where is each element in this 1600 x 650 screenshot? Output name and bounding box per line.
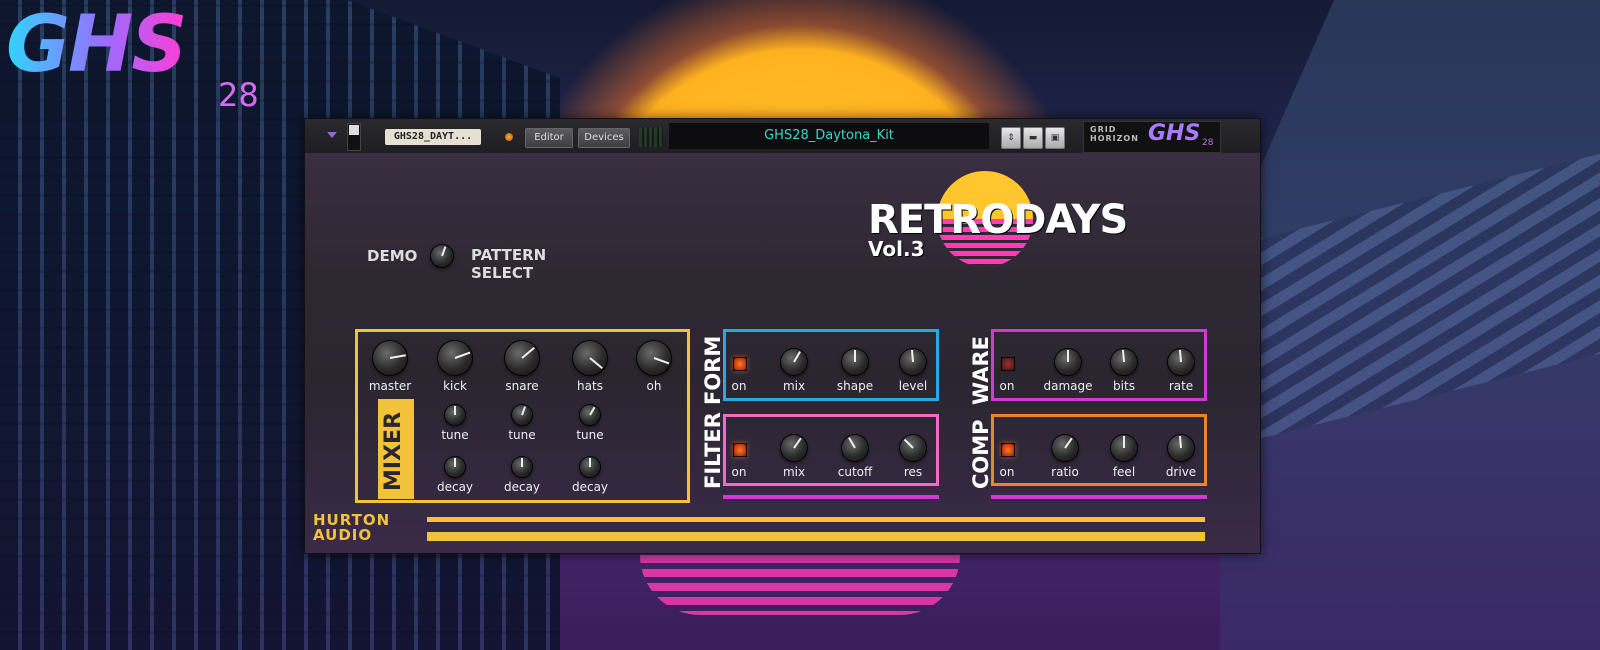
oh-knob[interactable] bbox=[637, 341, 671, 375]
comp-feel-knob[interactable] bbox=[1111, 435, 1137, 461]
hats-label: hats bbox=[577, 379, 603, 393]
comp-drive-label: drive bbox=[1165, 465, 1197, 479]
snare-decay-knob[interactable] bbox=[512, 457, 532, 477]
hats-decay-label: decay bbox=[571, 480, 609, 494]
form-mix-label: mix bbox=[782, 379, 806, 393]
snare-label: snare bbox=[505, 379, 539, 393]
kick-label: kick bbox=[443, 379, 467, 393]
devices-button[interactable]: Devices bbox=[578, 128, 630, 148]
form-shape-knob[interactable] bbox=[842, 349, 868, 375]
pattern-select-label: PATTERN SELECT bbox=[471, 246, 547, 282]
kick-knob[interactable] bbox=[438, 341, 472, 375]
grid-horizon-badge: GRID HORIZON GHS 28 bbox=[1083, 121, 1221, 153]
form-on-switch[interactable] bbox=[733, 357, 747, 371]
filter-res-label: res bbox=[903, 465, 923, 479]
ware-on-switch[interactable] bbox=[1001, 357, 1015, 371]
form-label: FORM bbox=[701, 335, 725, 405]
snare-tune-label: tune bbox=[508, 428, 536, 442]
filter-mix-label: mix bbox=[782, 465, 806, 479]
badge-number: 28 bbox=[1202, 138, 1214, 148]
patch-name-tape[interactable]: GHS28_DAYT... bbox=[385, 129, 481, 145]
hats-decay-knob[interactable] bbox=[580, 457, 600, 477]
editor-button[interactable]: Editor bbox=[525, 128, 573, 148]
hats-knob[interactable] bbox=[573, 341, 607, 375]
ware-rate-label: rate bbox=[1168, 379, 1194, 393]
background-sun-stripes bbox=[640, 555, 960, 615]
rack-device-retrodays: GHS28_DAYT... Editor Devices GHS28_Dayto… bbox=[304, 118, 1261, 554]
hats-tune-label: tune bbox=[576, 428, 604, 442]
comp-drive-knob[interactable] bbox=[1168, 435, 1194, 461]
demo-pattern-knob[interactable] bbox=[431, 245, 453, 267]
product-subtitle: Vol.3 bbox=[868, 237, 925, 261]
oh-label: oh bbox=[646, 379, 662, 393]
kick-decay-knob[interactable] bbox=[445, 457, 465, 477]
comp-ratio-knob[interactable] bbox=[1052, 435, 1078, 461]
hurton-logo-line2: AUDIO bbox=[313, 526, 373, 544]
ware-bits-knob[interactable] bbox=[1111, 349, 1137, 375]
midi-meter bbox=[639, 127, 663, 147]
fold-switch[interactable] bbox=[347, 123, 361, 151]
collapse-triangle-icon[interactable] bbox=[327, 132, 337, 138]
kick-decay-label: decay bbox=[436, 480, 474, 494]
form-level-knob[interactable] bbox=[900, 349, 926, 375]
master-label: master bbox=[368, 379, 412, 393]
hurton-audio-logo: HURTON AUDIO bbox=[313, 513, 393, 547]
cv-indicator-icon bbox=[505, 133, 513, 141]
snare-tune-knob[interactable] bbox=[512, 405, 532, 425]
mixer-label: MIXER bbox=[381, 411, 406, 491]
ware-rate-knob[interactable] bbox=[1168, 349, 1194, 375]
form-mix-knob[interactable] bbox=[781, 349, 807, 375]
filter-mix-knob[interactable] bbox=[781, 435, 807, 461]
ware-on-label: on bbox=[999, 379, 1015, 393]
snare-decay-label: decay bbox=[503, 480, 541, 494]
badge-brand: GHS bbox=[1148, 121, 1201, 146]
snare-knob[interactable] bbox=[505, 341, 539, 375]
filter-underline bbox=[723, 495, 939, 499]
filter-res-knob[interactable] bbox=[900, 435, 926, 461]
master-knob[interactable] bbox=[373, 341, 407, 375]
form-level-label: level bbox=[898, 379, 928, 393]
ghs-logo-number: 28 bbox=[218, 76, 259, 114]
folder-icon[interactable]: ▬ bbox=[1023, 127, 1043, 149]
ghs-logo-brand: GHS bbox=[6, 0, 187, 90]
comp-underline bbox=[991, 495, 1207, 499]
badge-text: GRID HORIZON bbox=[1090, 125, 1139, 143]
kick-tune-knob[interactable] bbox=[445, 405, 465, 425]
kick-tune-label: tune bbox=[441, 428, 469, 442]
comp-on-switch[interactable] bbox=[1001, 443, 1015, 457]
footer-bar-bottom bbox=[427, 532, 1205, 541]
ware-damage-knob[interactable] bbox=[1055, 349, 1081, 375]
up-down-arrow-icon[interactable]: ⇕ bbox=[1001, 127, 1021, 149]
hats-tune-knob[interactable] bbox=[580, 405, 600, 425]
ware-label: WARE bbox=[969, 336, 993, 405]
preset-display[interactable]: GHS28_Daytona_Kit bbox=[669, 123, 989, 149]
filter-cutoff-knob[interactable] bbox=[842, 435, 868, 461]
footer-bar-top bbox=[427, 517, 1205, 522]
filter-on-switch[interactable] bbox=[733, 443, 747, 457]
preset-name: GHS28_Daytona_Kit bbox=[764, 128, 894, 143]
demo-label: DEMO bbox=[367, 247, 418, 265]
device-topbar: GHS28_DAYT... Editor Devices GHS28_Dayto… bbox=[305, 119, 1260, 153]
ghs-logo: GHS 28 bbox=[6, 0, 266, 116]
save-icon[interactable]: ▣ bbox=[1045, 127, 1065, 149]
